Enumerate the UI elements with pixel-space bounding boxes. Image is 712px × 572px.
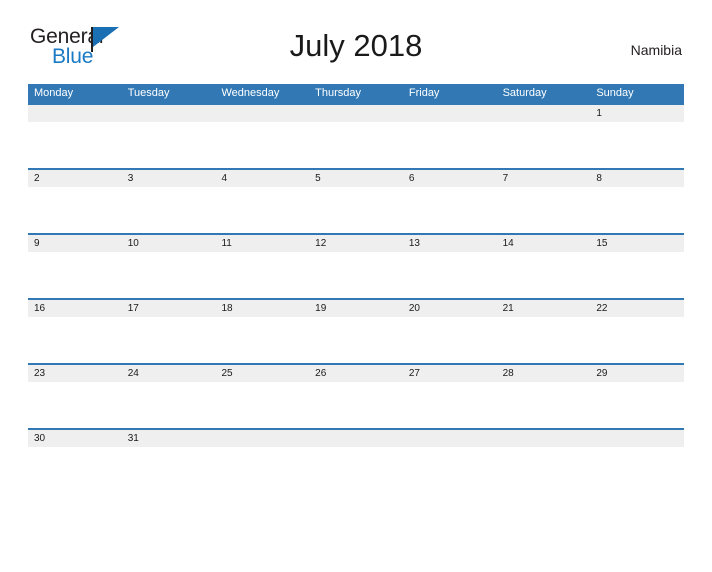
day-cell[interactable]: 16 [28, 300, 122, 317]
day-cell[interactable]: 22 [590, 300, 684, 317]
week-note-area[interactable] [28, 252, 684, 298]
week-row: 23 24 25 26 27 28 29 [28, 363, 684, 428]
day-cell[interactable] [28, 105, 122, 122]
day-cell[interactable]: 20 [403, 300, 497, 317]
weekday-header-friday: Friday [408, 87, 440, 99]
day-cell[interactable]: 18 [215, 300, 309, 317]
weekday-header-sunday: Sunday [596, 87, 634, 99]
day-cell[interactable]: 24 [122, 365, 216, 382]
weekday-header-row: Monday Tuesday Wednesday Thursday Friday… [28, 84, 684, 103]
weekday-header-thursday: Thursday [315, 87, 362, 99]
day-number-band: 2 3 4 5 6 7 8 [28, 170, 684, 187]
page-header: General Blue July 2018 Namibia [28, 22, 684, 74]
day-cell[interactable]: 9 [28, 235, 122, 252]
day-cell[interactable]: 25 [215, 365, 309, 382]
week-note-area[interactable] [28, 122, 684, 168]
day-cell[interactable] [122, 105, 216, 122]
day-cell[interactable]: 4 [215, 170, 309, 187]
day-cell[interactable]: 28 [497, 365, 591, 382]
day-cell[interactable] [215, 105, 309, 122]
day-cell[interactable]: 31 [122, 430, 216, 447]
day-number-band: 1 [28, 105, 684, 122]
calendar-page: General Blue July 2018 Namibia Monday Tu… [0, 22, 712, 572]
day-cell[interactable]: 5 [309, 170, 403, 187]
day-cell[interactable]: 10 [122, 235, 216, 252]
day-cell[interactable]: 12 [309, 235, 403, 252]
week-note-area[interactable] [28, 382, 684, 428]
day-cell[interactable]: 7 [497, 170, 591, 187]
weekday-header-saturday: Saturday [502, 87, 547, 99]
week-row: 16 17 18 19 20 21 22 [28, 298, 684, 363]
day-cell[interactable] [215, 430, 309, 447]
day-cell[interactable]: 13 [403, 235, 497, 252]
weekday-header-monday: Monday [34, 87, 74, 99]
weekday-header-wednesday: Wednesday [221, 87, 280, 99]
day-cell[interactable]: 23 [28, 365, 122, 382]
page-title: July 2018 [289, 28, 423, 63]
week-row: 1 [28, 103, 684, 168]
day-cell[interactable] [403, 430, 497, 447]
day-cell[interactable] [403, 105, 497, 122]
day-cell[interactable]: 21 [497, 300, 591, 317]
calendar-grid: Monday Tuesday Wednesday Thursday Friday… [28, 84, 684, 458]
day-cell[interactable]: 19 [309, 300, 403, 317]
day-cell[interactable]: 8 [590, 170, 684, 187]
week-note-area[interactable] [28, 317, 684, 363]
day-cell[interactable]: 30 [28, 430, 122, 447]
day-cell[interactable]: 11 [215, 235, 309, 252]
day-cell[interactable]: 29 [590, 365, 684, 382]
weekday-header-tuesday: Tuesday [127, 87, 170, 99]
day-cell[interactable] [309, 430, 403, 447]
day-cell[interactable]: 1 [590, 105, 684, 122]
day-cell[interactable]: 2 [28, 170, 122, 187]
day-cell[interactable]: 17 [122, 300, 216, 317]
day-number-band: 23 24 25 26 27 28 29 [28, 365, 684, 382]
day-cell[interactable]: 15 [590, 235, 684, 252]
week-note-area[interactable] [28, 447, 684, 458]
day-number-band: 16 17 18 19 20 21 22 [28, 300, 684, 317]
day-cell[interactable] [497, 430, 591, 447]
day-cell[interactable] [497, 105, 591, 122]
week-row: 30 31 [28, 428, 684, 458]
day-number-band: 30 31 [28, 430, 684, 447]
country-label: Namibia [630, 42, 682, 58]
day-cell[interactable] [309, 105, 403, 122]
day-cell[interactable]: 3 [122, 170, 216, 187]
week-note-area[interactable] [28, 187, 684, 233]
week-row: 9 10 11 12 13 14 15 [28, 233, 684, 298]
day-number-band: 9 10 11 12 13 14 15 [28, 235, 684, 252]
day-cell[interactable]: 26 [309, 365, 403, 382]
day-cell[interactable]: 27 [403, 365, 497, 382]
week-row: 2 3 4 5 6 7 8 [28, 168, 684, 233]
day-cell[interactable]: 6 [403, 170, 497, 187]
day-cell[interactable]: 14 [497, 235, 591, 252]
day-cell[interactable] [590, 430, 684, 447]
